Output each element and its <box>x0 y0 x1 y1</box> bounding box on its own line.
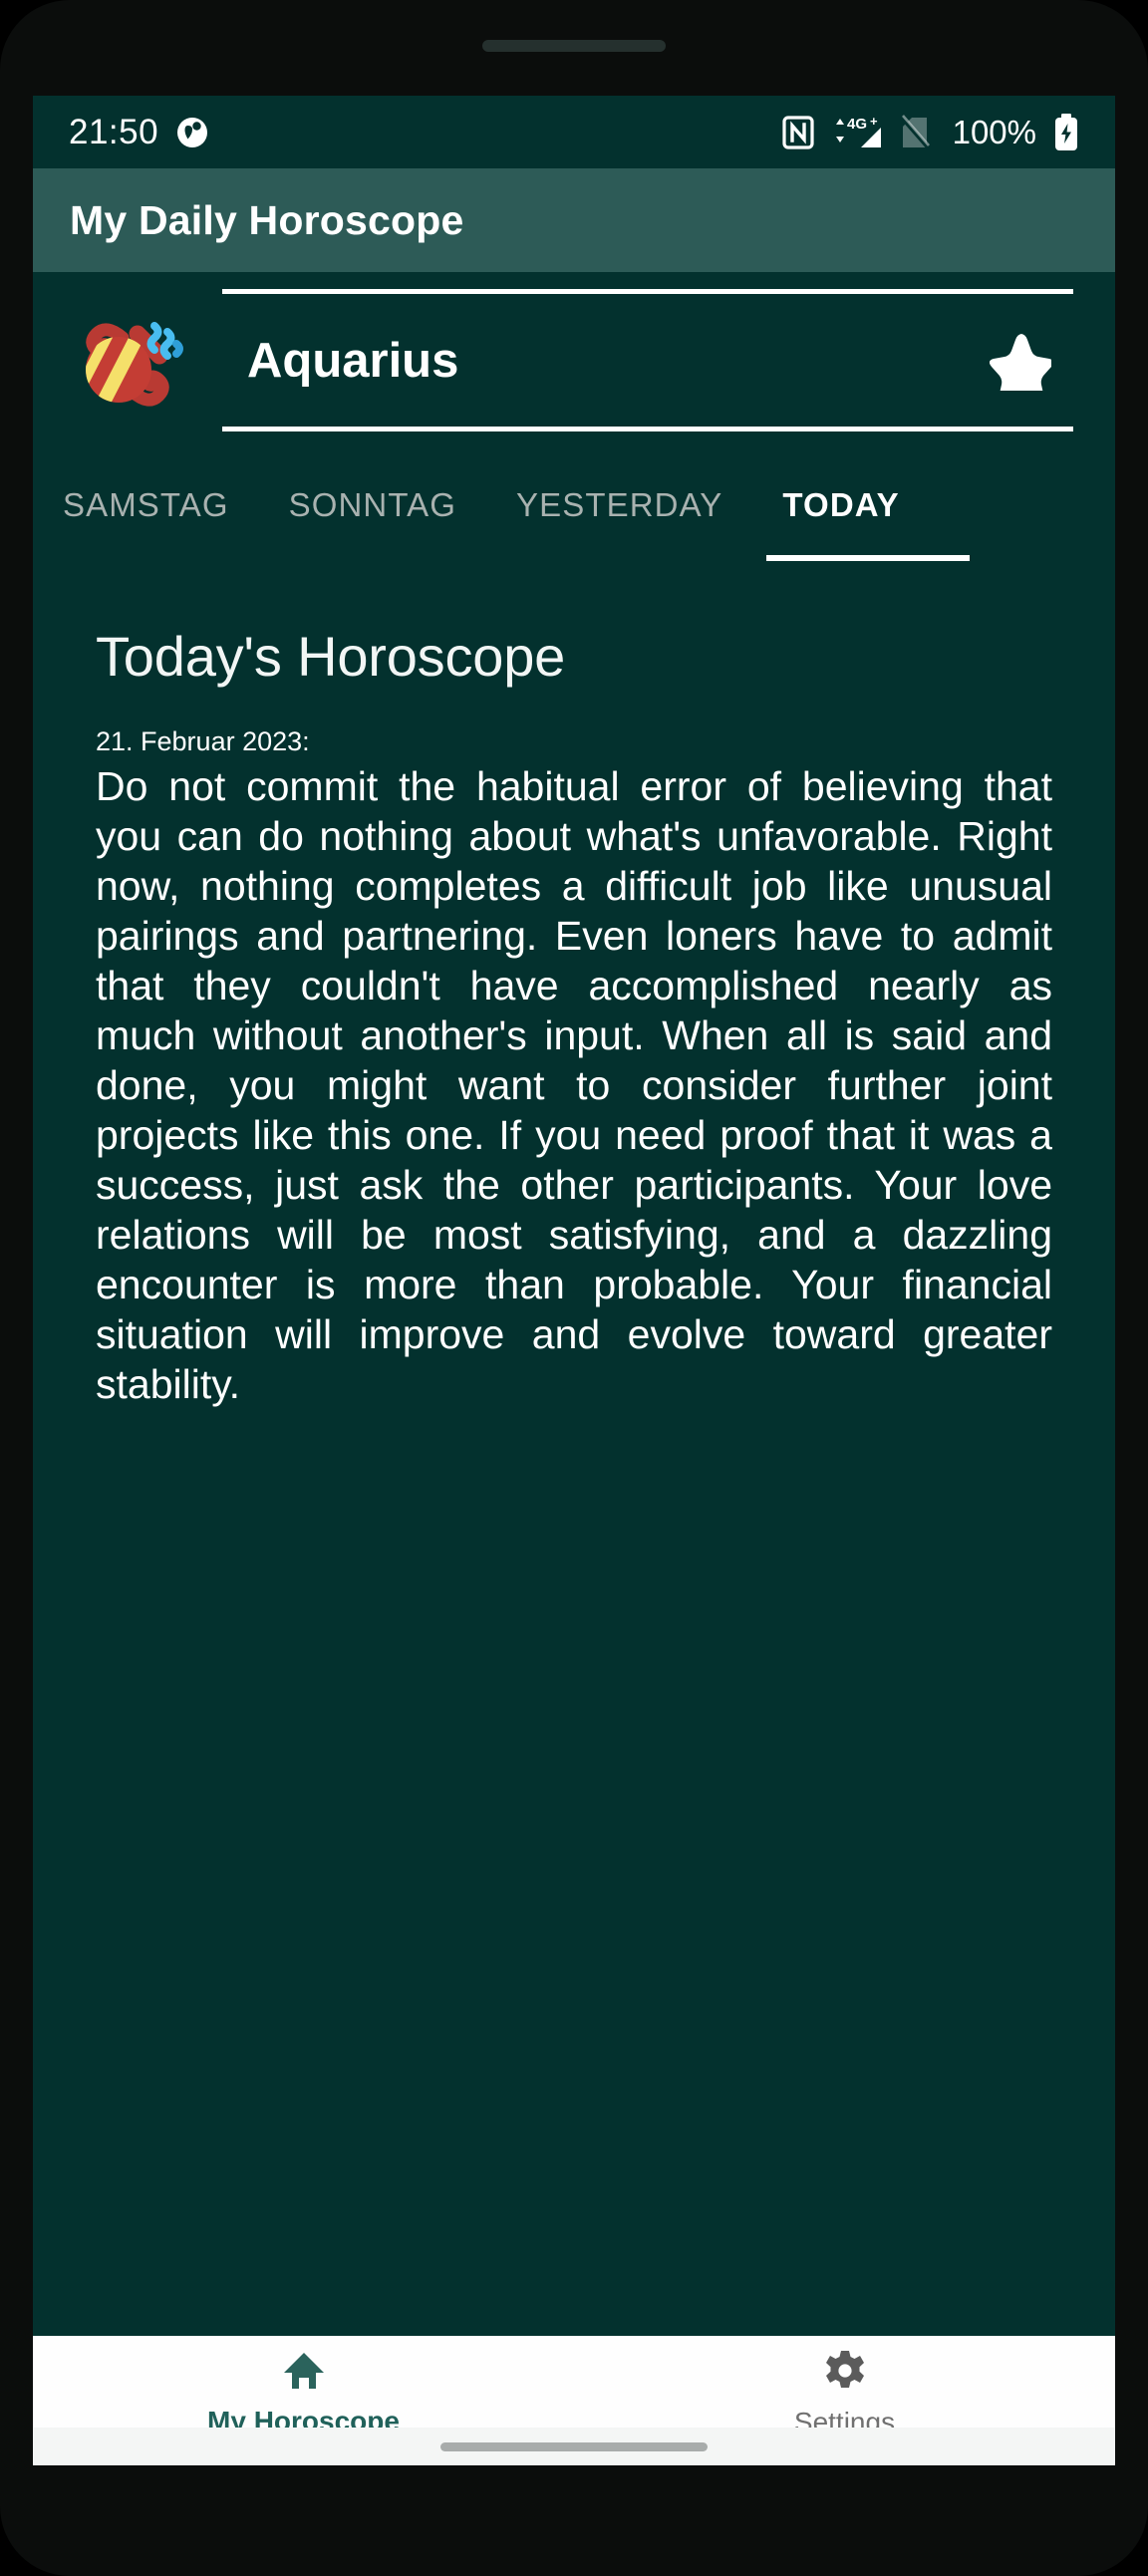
status-bar-left: 21:50 <box>69 113 208 152</box>
day-tabs: SAMSTAG SONNTAG YESTERDAY TODAY <box>33 449 1115 561</box>
field-top-rule <box>222 289 1073 294</box>
aquarius-zodiac-icon <box>33 302 222 420</box>
status-bar: 21:50 4G + 100% <box>33 96 1115 168</box>
home-icon <box>282 2350 326 2397</box>
phone-device: 21:50 4G + 100% My Daily Horoscope Aquar… <box>0 0 1148 2576</box>
tab-yesterday[interactable]: YESTERDAY <box>486 449 752 561</box>
zodiac-sign-field[interactable]: Aquarius <box>222 276 1073 445</box>
earpiece-speaker <box>482 40 666 52</box>
status-bar-clock: 21:50 <box>69 112 159 151</box>
tab-label: SAMSTAG <box>63 486 229 523</box>
battery-charging-icon <box>1053 113 1079 151</box>
page-title: My Daily Horoscope <box>70 196 464 243</box>
home-gesture-bar[interactable] <box>440 2442 708 2451</box>
horoscope-text: Do not commit the habitual error of beli… <box>96 763 1052 1408</box>
horoscope-date: 21. Februar 2023: <box>96 726 310 756</box>
phone-screen: 21:50 4G + 100% My Daily Horoscope Aquar… <box>33 96 1115 2465</box>
tab-sonntag[interactable]: SONNTAG <box>259 449 486 561</box>
tab-label: SONNTAG <box>288 486 457 523</box>
svg-text:+: + <box>870 115 878 129</box>
nfc-icon <box>781 115 814 149</box>
gesture-nav-strip <box>33 2428 1115 2465</box>
sim-disabled-icon <box>899 114 930 150</box>
tab-label: TODAY <box>782 486 900 523</box>
zodiac-selector-row: Aquarius <box>33 272 1115 449</box>
tab-samstag[interactable]: SAMSTAG <box>33 449 259 561</box>
zodiac-sign-value: Aquarius <box>247 334 459 388</box>
mobile-data-4g-plus-icon: 4G + <box>829 115 885 150</box>
horoscope-content: Today's Horoscope 21. Februar 2023: Do n… <box>33 561 1115 2336</box>
circle-figure-icon <box>176 117 208 148</box>
field-bottom-rule <box>222 427 1073 431</box>
app-bar: My Daily Horoscope <box>33 168 1115 272</box>
svg-text:4G: 4G <box>847 116 867 133</box>
gear-icon <box>823 2349 867 2398</box>
status-bar-right: 4G + 100% <box>781 113 1079 151</box>
star-icon[interactable] <box>990 331 1051 391</box>
battery-percent-label: 100% <box>952 113 1036 150</box>
tab-label: YESTERDAY <box>516 486 723 523</box>
horoscope-heading: Today's Horoscope <box>96 625 566 688</box>
tab-today[interactable]: TODAY <box>752 449 970 561</box>
